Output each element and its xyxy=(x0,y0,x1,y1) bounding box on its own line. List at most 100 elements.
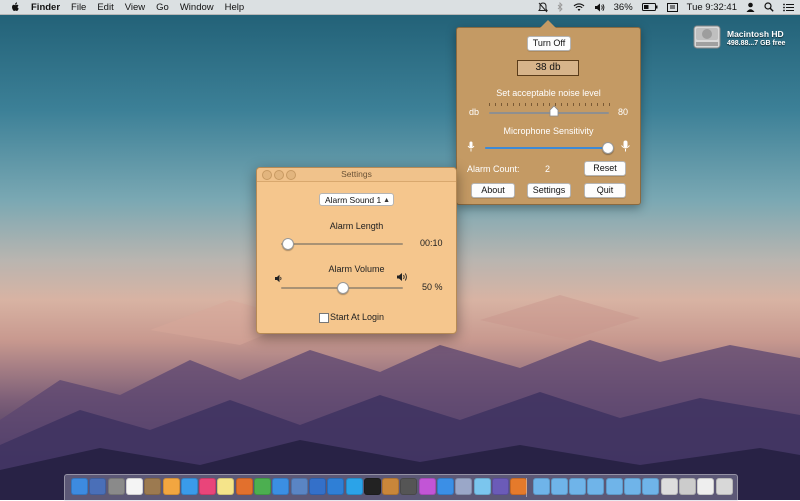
quit-button[interactable]: Quit xyxy=(584,183,626,198)
noise-tick xyxy=(603,103,604,106)
game-icon[interactable] xyxy=(400,478,418,495)
hard-drive-icon xyxy=(693,25,721,49)
display-icon[interactable] xyxy=(666,2,678,12)
dock xyxy=(64,474,738,501)
contacts-icon[interactable] xyxy=(144,478,162,495)
virtualbox-icon[interactable] xyxy=(455,478,473,495)
about-button[interactable]: About xyxy=(471,183,515,198)
alarm-volume-label: Alarm Volume xyxy=(328,264,385,274)
noise-tick xyxy=(585,103,586,106)
books-icon[interactable] xyxy=(382,478,400,495)
menu-help[interactable]: Help xyxy=(225,2,245,13)
finder-icon[interactable] xyxy=(71,478,88,495)
noise-tick xyxy=(609,103,610,106)
alarm-length-track[interactable] xyxy=(281,243,403,245)
menu-window[interactable]: Window xyxy=(180,2,214,13)
phpstorm-icon[interactable] xyxy=(491,478,509,495)
menu-file[interactable]: File xyxy=(71,2,86,13)
notification-center-icon[interactable] xyxy=(783,3,794,12)
wifi-icon[interactable] xyxy=(573,2,585,12)
volume-icon[interactable] xyxy=(594,3,605,12)
mic-slider-thumb[interactable] xyxy=(602,142,614,154)
skype-icon[interactable] xyxy=(345,478,363,495)
noise-unit-label: db xyxy=(469,107,480,117)
select-arrows-icon: ▲ xyxy=(383,197,390,204)
noise-level-display: 38 db xyxy=(517,60,579,76)
mic-high-icon xyxy=(620,140,631,155)
reset-button[interactable]: Reset xyxy=(584,161,626,176)
battery-percent[interactable]: 36% xyxy=(614,2,633,13)
app-store-icon[interactable] xyxy=(180,478,198,495)
noise-tick xyxy=(501,103,502,106)
alarm-volume-value: 50 % xyxy=(422,282,443,292)
chrome-icon[interactable] xyxy=(254,478,271,495)
user-icon[interactable] xyxy=(746,2,755,12)
dashboard-icon[interactable] xyxy=(89,478,107,495)
alarm-count-value: 2 xyxy=(545,164,551,174)
start-at-login-checkbox[interactable] xyxy=(319,313,329,323)
desktop-drive[interactable]: Macintosh HD 498.88...7 GB free xyxy=(690,20,790,60)
folder-icon-4[interactable] xyxy=(587,478,605,495)
folder-icon-7[interactable] xyxy=(642,478,660,495)
notes-icon[interactable] xyxy=(217,478,235,495)
firefox-icon[interactable] xyxy=(235,478,253,495)
folder-icon-3[interactable] xyxy=(569,478,587,495)
itunes-icon[interactable] xyxy=(199,478,217,495)
alarm-sound-select[interactable]: Alarm Sound 1 ▲ xyxy=(319,193,394,206)
noise-tick xyxy=(561,103,562,106)
alarm-length-thumb[interactable] xyxy=(282,238,295,250)
mic-slider-fill xyxy=(485,147,607,149)
volume-high-icon xyxy=(396,271,409,285)
noise-tick xyxy=(513,103,514,106)
start-at-login-label[interactable]: Start At Login xyxy=(330,312,384,322)
window-icon-2[interactable] xyxy=(678,478,696,495)
noise-tick xyxy=(519,103,520,106)
terminal-icon[interactable] xyxy=(363,478,381,495)
preview-icon[interactable] xyxy=(290,478,308,495)
folder-icon-5[interactable] xyxy=(605,478,623,495)
folder-icon-1[interactable] xyxy=(532,478,550,495)
apple-icon[interactable] xyxy=(11,2,20,12)
noise-tick xyxy=(531,103,532,106)
messages-icon[interactable] xyxy=(473,478,491,495)
menu-bar: Finder File Edit View Go Window Help 36%… xyxy=(0,0,800,15)
drive-name: Macintosh HD xyxy=(727,29,784,39)
clock[interactable]: Tue 9:32:41 xyxy=(687,2,737,13)
menu-go[interactable]: Go xyxy=(156,2,169,13)
alarm-count-label: Alarm Count: xyxy=(467,164,520,174)
bluetooth-icon[interactable] xyxy=(557,2,564,12)
window-icon-3[interactable] xyxy=(697,478,715,495)
settings-window: Settings Alarm Sound 1 ▲ Alarm Length 00… xyxy=(256,167,457,334)
noise-tick xyxy=(525,103,526,106)
mic-sensitivity-label: Microphone Sensitivity xyxy=(503,126,594,136)
popover-arrow xyxy=(540,20,556,28)
noise-tick xyxy=(579,103,580,106)
drive-size: 498.88...7 GB free xyxy=(727,40,786,47)
folder-icon-6[interactable] xyxy=(624,478,641,495)
flower-icon[interactable] xyxy=(418,478,436,495)
alarm-length-value: 00:10 xyxy=(420,238,443,248)
menu-view[interactable]: View xyxy=(125,2,145,13)
noise-tick xyxy=(537,103,538,106)
dropbox-icon[interactable] xyxy=(437,478,454,495)
system-preferences-icon[interactable] xyxy=(107,478,125,495)
settings-titlebar[interactable]: Settings xyxy=(257,168,456,182)
turn-off-button[interactable]: Turn Off xyxy=(527,36,571,51)
battery-icon[interactable] xyxy=(641,3,658,11)
safari-icon[interactable] xyxy=(272,478,290,495)
trash-icon[interactable] xyxy=(715,478,733,495)
search-icon[interactable] xyxy=(764,2,774,12)
photos-icon[interactable] xyxy=(162,478,180,495)
calendar-icon[interactable] xyxy=(125,478,143,495)
noise-tick xyxy=(489,103,490,106)
menu-finder[interactable]: Finder xyxy=(31,2,60,13)
settings-button[interactable]: Settings xyxy=(527,183,571,198)
noise-alarm-status-icon[interactable] xyxy=(537,1,548,13)
window-icon-1[interactable] xyxy=(660,478,678,495)
app-icon-blue[interactable] xyxy=(327,478,345,495)
folder-icon-2[interactable] xyxy=(550,478,568,495)
xcode-icon[interactable] xyxy=(308,478,326,495)
alarm-length-label: Alarm Length xyxy=(329,221,384,231)
menu-edit[interactable]: Edit xyxy=(97,2,113,13)
alarm-volume-thumb[interactable] xyxy=(337,282,349,294)
